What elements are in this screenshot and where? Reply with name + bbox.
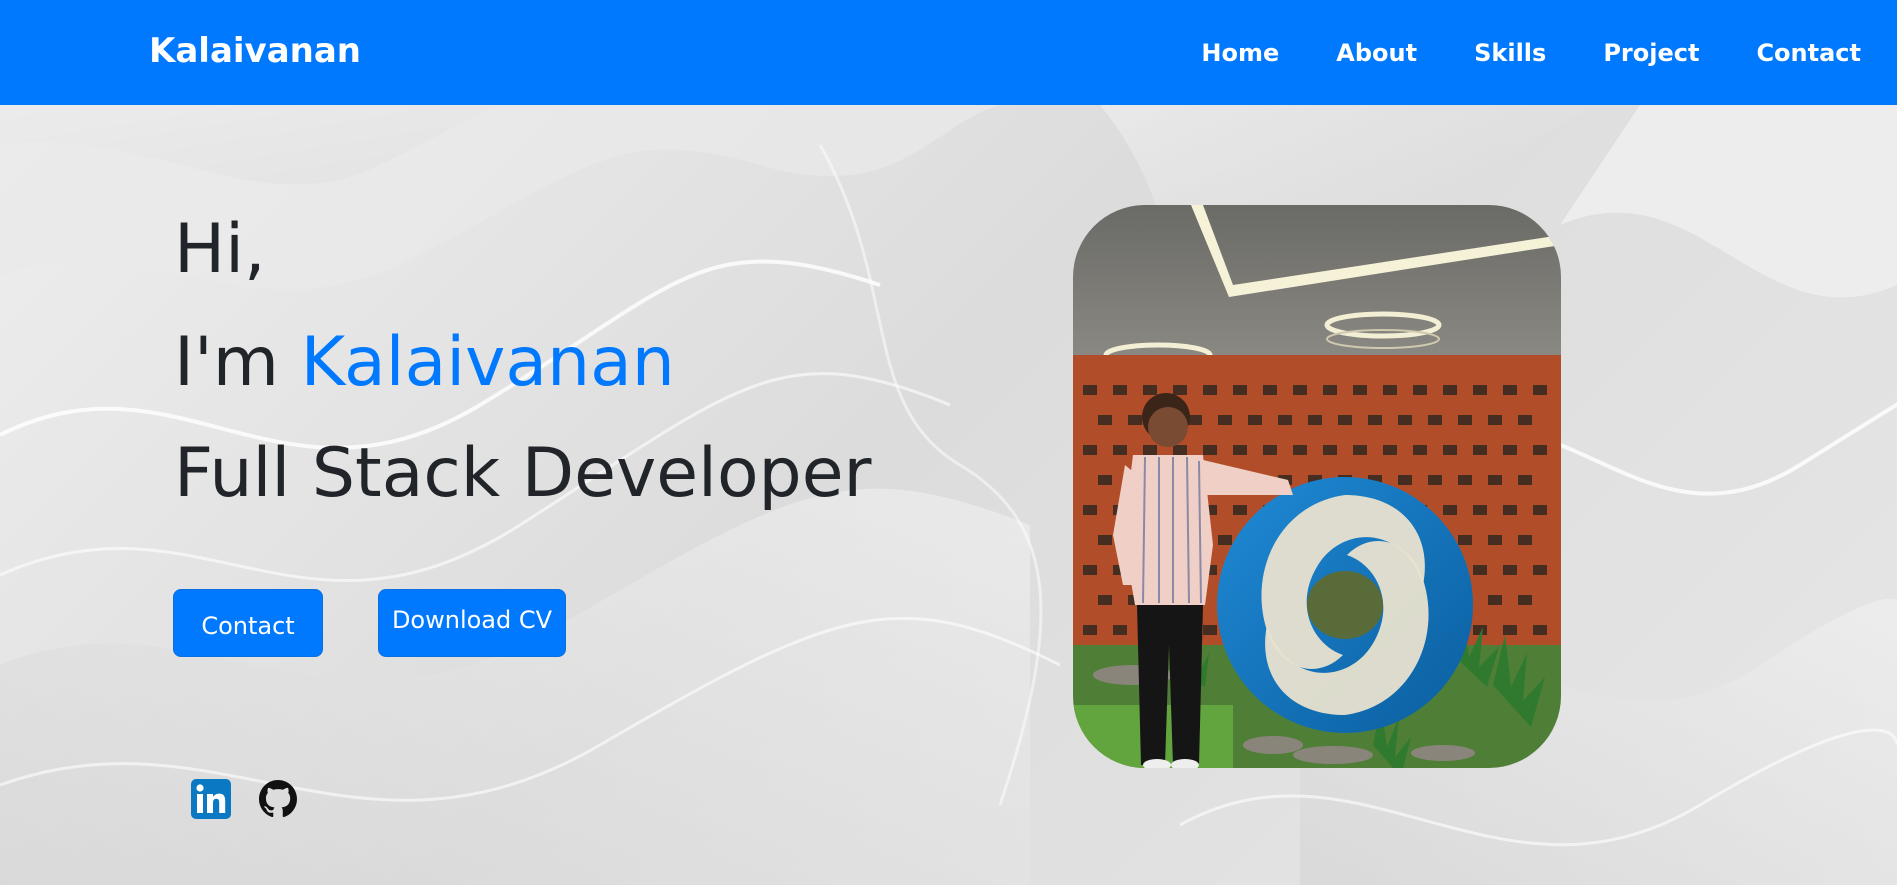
name-highlight: Kalaivanan — [300, 323, 675, 402]
contact-button[interactable]: Contact — [173, 589, 323, 657]
brand-logo[interactable]: Kalaivanan — [149, 31, 361, 71]
download-cv-button[interactable]: Download CV — [378, 589, 566, 657]
nav-links: Home About Skills Project Contact — [1201, 36, 1861, 70]
linkedin-icon[interactable] — [191, 779, 231, 819]
role-heading: Full Stack Developer — [174, 434, 872, 513]
nav-link-project[interactable]: Project — [1603, 36, 1699, 70]
intro-prefix: I'm — [174, 323, 301, 402]
nav-link-skills[interactable]: Skills — [1474, 36, 1546, 70]
profile-photo — [1073, 205, 1561, 768]
intro-heading: I'm Kalaivanan — [174, 323, 675, 403]
greeting-heading: Hi, — [174, 210, 266, 289]
nav-link-about[interactable]: About — [1336, 36, 1417, 70]
nav-link-home[interactable]: Home — [1201, 36, 1279, 70]
navbar: Kalaivanan Home About Skills Project Con… — [0, 0, 1897, 105]
nav-link-contact[interactable]: Contact — [1756, 36, 1861, 70]
github-icon[interactable] — [259, 780, 297, 818]
